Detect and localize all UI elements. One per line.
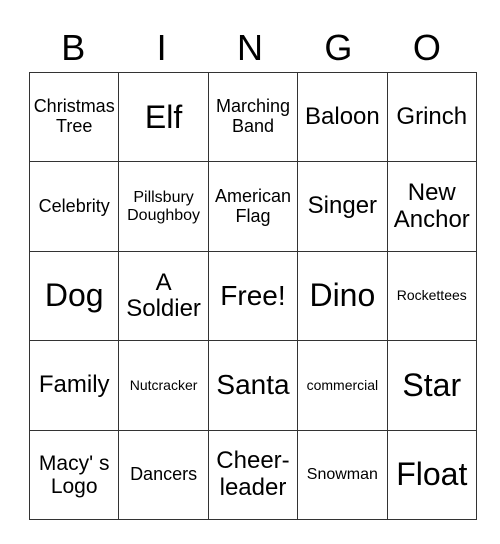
grid-row: Christmas Tree Elf Marching Band Baloon … <box>28 71 477 163</box>
bingo-grid: Christmas Tree Elf Marching Band Baloon … <box>28 71 477 520</box>
bingo-cell[interactable]: Family <box>28 340 120 431</box>
bingo-cell[interactable]: Dog <box>28 250 120 342</box>
header-letter-n: N <box>237 27 264 68</box>
bingo-cell[interactable]: A Soldier <box>118 250 209 342</box>
bingo-cell[interactable]: Dino <box>297 250 388 342</box>
bingo-cell[interactable]: Pillsbury Doughboy <box>118 161 209 252</box>
bingo-cell[interactable]: Celebrity <box>28 161 120 252</box>
header-letter-i: I <box>156 27 167 68</box>
grid-row: Family Nutcracker Santa commercial Star <box>28 340 477 431</box>
grid-row: Celebrity Pillsbury Doughboy American Fl… <box>28 161 477 252</box>
bingo-cell[interactable]: Grinch <box>386 71 477 163</box>
grid-row: Dog A Soldier Free! Dino Rockettees <box>28 250 477 342</box>
grid-row: Macy' s Logo Dancers Cheer-leader Snowma… <box>28 429 477 520</box>
bingo-cell[interactable]: commercial <box>297 340 388 431</box>
bingo-cell[interactable]: Singer <box>297 161 388 252</box>
bingo-cell[interactable]: Macy' s Logo <box>28 429 120 520</box>
bingo-cell[interactable]: Christmas Tree <box>28 71 120 163</box>
header-letter-g: G <box>324 27 353 68</box>
free-space[interactable]: Free! <box>207 250 299 342</box>
bingo-cell[interactable]: Float <box>386 429 477 520</box>
bingo-cell[interactable]: American Flag <box>207 161 299 252</box>
bingo-cell[interactable]: Snowman <box>297 429 388 520</box>
header-letter-o: O <box>412 27 441 68</box>
bingo-cell[interactable]: Cheer-leader <box>207 429 299 520</box>
bingo-cell[interactable]: Rockettees <box>386 250 477 342</box>
bingo-cell[interactable]: Elf <box>118 71 209 163</box>
bingo-cell[interactable]: Nutcracker <box>118 340 209 431</box>
bingo-cell[interactable]: Marching Band <box>207 71 299 163</box>
bingo-cell[interactable]: New Anchor <box>386 161 477 252</box>
bingo-cell[interactable]: Santa <box>207 340 299 431</box>
bingo-header: B I N G O <box>29 24 471 72</box>
bingo-cell[interactable]: Dancers <box>118 429 209 520</box>
bingo-cell[interactable]: Baloon <box>297 71 388 163</box>
header-letter-b: B <box>61 27 86 68</box>
bingo-cell[interactable]: Star <box>386 340 477 431</box>
